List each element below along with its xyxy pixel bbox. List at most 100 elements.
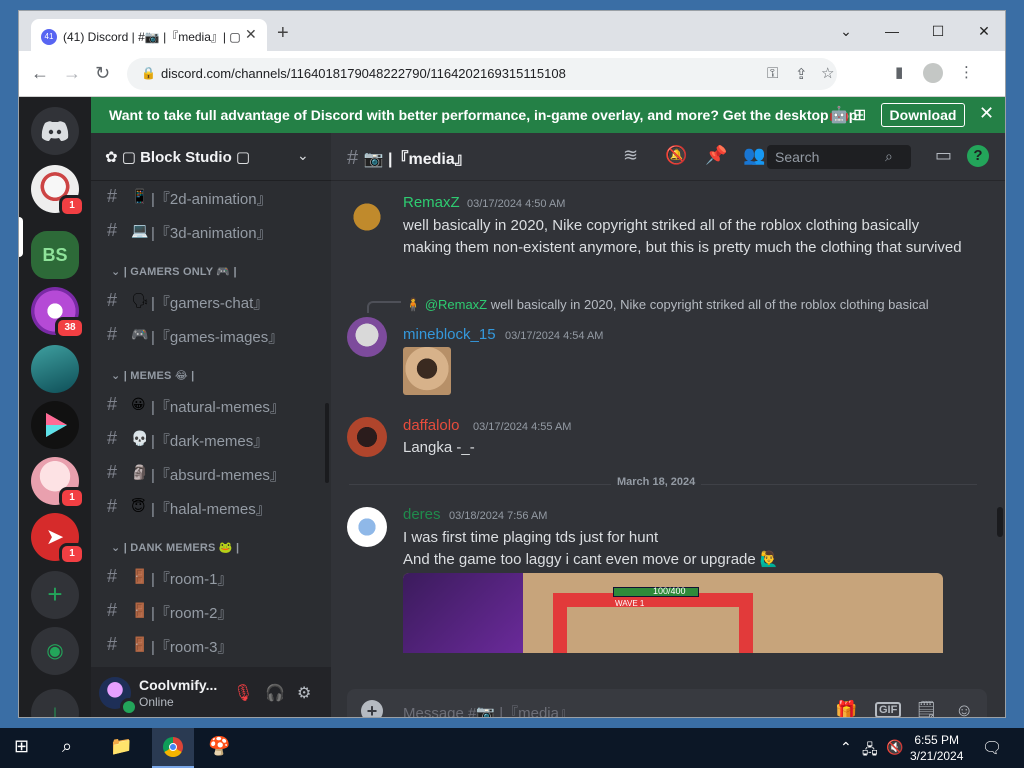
search-icon[interactable]: ⌕ [62,736,72,757]
add-attachment-icon[interactable]: + [361,700,383,717]
category-chevron-icon: ⌄ [111,542,124,554]
selected-pill [19,217,23,257]
download-button[interactable]: Download [881,103,965,127]
browser-tab[interactable]: 41 (41) Discord | #📷 |『media』| ▢ ... ✕ [31,19,267,51]
channel-emoji-icon: 😇 [131,498,146,514]
message-author[interactable]: daffalolo [403,417,459,434]
message-timestamp: 03/17/2024 4:54 AM [505,330,604,342]
new-tab-icon[interactable]: + [277,23,289,43]
start-icon[interactable]: ⊞ [14,736,29,757]
channel-item[interactable]: # 🚪 |『room-2』 [99,595,323,627]
channel-item[interactable]: # 🗿 |『absurd-memes』 [99,457,323,489]
emoji-icon[interactable]: ☺ [955,700,973,717]
system-clock[interactable]: 6:55 PM 3/21/2024 [910,732,963,764]
message-author[interactable]: mineblock_15 [403,326,496,343]
chevron-down-icon[interactable]: ⌄ [297,147,309,164]
tab-search-icon[interactable]: ⌄ [823,17,869,45]
channel-category[interactable]: ⌄ | DANK MEMERS 🐸 | [111,541,239,554]
close-window-icon[interactable]: ✕ [961,17,1005,45]
forward-icon[interactable]: → [63,63,81,83]
tab-close-icon[interactable]: ✕ [245,26,257,43]
hash-icon: # [107,566,118,586]
profile-avatar[interactable] [923,63,943,83]
headphones-icon[interactable]: 🎧 [265,683,285,703]
notification-bell-muted-icon[interactable]: 🔕 [665,145,687,166]
username[interactable]: Coolvmify... [139,677,217,693]
lock-icon[interactable]: 🔒 [141,66,156,80]
channel-item[interactable]: # 🚪 |『room-1』 [99,561,323,593]
sticker-icon[interactable]: 🗒 [915,700,938,717]
discord-home-icon[interactable] [31,107,79,155]
channel-item[interactable]: # 🗣 |『gamers-chat』 [99,285,323,317]
category-chevron-icon: ⌄ [111,370,124,382]
message-author[interactable]: RemaxZ [403,194,460,211]
server-name[interactable]: ✿ ▢ Block Studio ▢ [105,148,250,166]
search-placeholder: Search [775,149,820,165]
screenshot-hud-text: 100/400 [653,586,686,596]
channel-item[interactable]: # 💻 |『3d-animation』 [99,215,323,247]
channel-label: |『halal-memes』 [151,501,271,518]
help-icon[interactable]: ? [967,145,989,167]
channel-emoji-icon: 💻 [131,222,149,238]
message-input[interactable]: Message #📷 |『media』 [403,702,574,717]
avatar[interactable] [347,317,387,357]
volume-muted-icon[interactable]: 🔇 [886,739,903,756]
sidepanel-icon[interactable]: ▮ [895,63,903,81]
message-author[interactable]: deres [403,506,441,523]
block-studio-server-icon[interactable]: BS [31,231,79,279]
key-icon[interactable]: ⚿ [767,65,778,82]
channel-category[interactable]: ⌄ | GAMERS ONLY 🎮 | [111,265,237,278]
sidebar-scrollbar[interactable] [325,403,329,483]
mute-microphone-icon[interactable]: 🎙 [233,683,253,703]
settings-gear-icon[interactable]: ⚙ [297,683,311,703]
gift-icon[interactable]: 🎁 [835,700,857,717]
avatar[interactable] [347,417,387,457]
channel-item[interactable]: # 📱 |『2d-animation』 [99,181,323,213]
server-header[interactable]: ✿ ▢ Block Studio ▢ ⌄ [91,133,331,181]
channel-item[interactable]: # 🚪 |『room-3』 [99,629,323,661]
avatar[interactable] [347,195,387,235]
explore-servers-icon[interactable]: ◉ [31,627,79,675]
pin-icon[interactable]: 📌 [705,145,727,166]
channel-label: |『room-2』 [151,605,233,622]
url-text[interactable]: discord.com/channels/1164018179048222790… [161,66,566,81]
app-taskbar-icon[interactable]: 🍄 [208,736,230,757]
attached-image[interactable] [403,347,451,395]
threads-icon[interactable]: ≋ [623,145,638,166]
download-apps-icon[interactable]: ↓ [31,689,79,717]
add-server-icon[interactable]: + [31,571,79,619]
channel-category[interactable]: ⌄ | MEMES 😂 | [111,369,194,382]
channel-label: |『games-images』 [151,329,284,346]
bookmark-star-icon[interactable]: ☆ [821,64,834,82]
channel-item[interactable]: # 🎮 |『games-images』 [99,319,323,351]
network-icon[interactable]: 🖧 [862,739,878,763]
channel-item[interactable]: # 😇 |『halal-memes』 [99,491,323,523]
server-icon-5[interactable] [31,401,79,449]
category-label: | MEMES 😂 | [123,370,195,382]
address-bar[interactable]: 🔒 discord.com/channels/11640181790482227… [127,58,837,90]
server-icon-4[interactable] [31,345,79,393]
channel-item[interactable]: # 💀 |『dark-memes』 [99,423,323,455]
banner-close-icon[interactable]: ✕ [979,103,994,124]
back-icon[interactable]: ← [31,63,49,83]
chat-scrollbar[interactable] [997,507,1003,537]
share-icon[interactable]: ⇪ [795,65,808,83]
reload-icon[interactable]: ↻ [95,63,110,83]
minimize-icon[interactable]: — [869,17,915,45]
avatar[interactable] [347,507,387,547]
member-list-icon[interactable]: 👥 [743,145,765,166]
channel-label: |『3d-animation』 [151,225,272,242]
inbox-icon[interactable]: ▭ [935,145,952,166]
gif-icon[interactable]: GIF [875,702,902,717]
search-input[interactable]: Search ⌕ [767,145,911,169]
reply-author[interactable]: @RemaxZ [425,297,487,312]
notifications-icon[interactable]: 🗨 [982,738,1002,758]
channel-item[interactable]: # 😀 |『natural-memes』 [99,389,323,421]
file-explorer-icon[interactable]: 📁 [110,736,132,757]
game-screenshot[interactable]: 100/400 WAVE 1 [403,573,943,653]
reply-preview[interactable]: 🧍 @RemaxZ well basically in 2020, Nike c… [405,297,985,313]
chrome-taskbar-button[interactable] [152,728,194,768]
tray-chevron-icon[interactable]: ⌃ [840,739,852,756]
maximize-icon[interactable]: ☐ [915,17,961,45]
menu-kebab-icon[interactable]: ⋮ [959,63,974,81]
